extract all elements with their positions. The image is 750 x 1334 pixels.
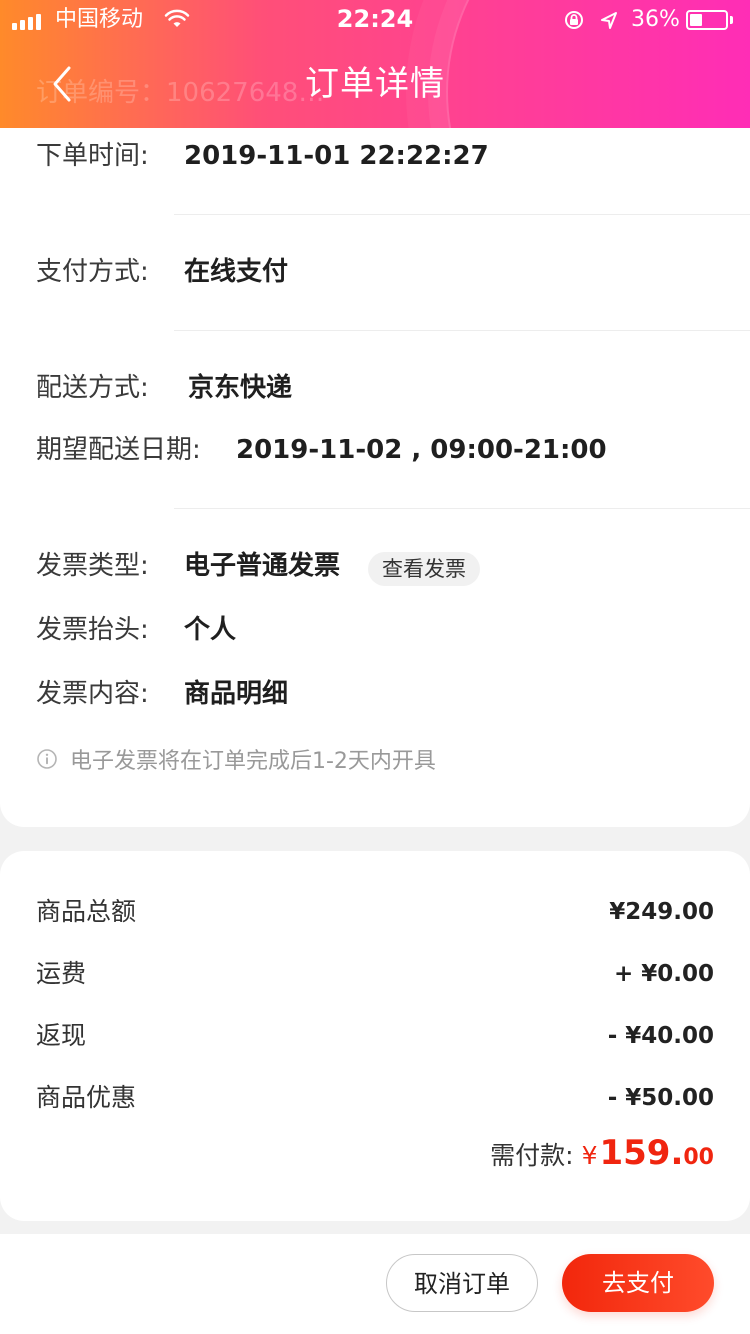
amount-due-currency: ¥ (581, 1141, 598, 1170)
status-bar: 中国移动 22:24 36% (0, 0, 750, 40)
pay-button[interactable]: 去支付 (562, 1254, 714, 1312)
page-title: 订单详情 (305, 64, 445, 104)
cancel-order-button[interactable]: 取消订单 (386, 1254, 538, 1312)
battery-percentage: 36% (631, 7, 680, 32)
orientation-lock-icon (563, 9, 585, 31)
invoice-type-label: 发票类型: (36, 551, 149, 581)
items-total-label: 商品总额 (36, 897, 137, 926)
amount-due: 需付款: ¥ 159. 00 (490, 1136, 714, 1188)
cashback-value: - ¥40.00 (607, 1023, 714, 1049)
divider (174, 508, 750, 509)
amount-due-label: 需付款: (490, 1141, 574, 1170)
view-invoice-button[interactable]: 查看发票 (368, 552, 480, 586)
location-arrow-icon (598, 10, 620, 32)
expected-date-value: 2019-11-02 , 09:00-21:00 (236, 435, 607, 465)
invoice-title-value: 个人 (184, 615, 237, 645)
divider (174, 330, 750, 331)
order-time-label: 下单时间: (36, 141, 149, 171)
payment-method-label: 支付方式: (36, 257, 149, 287)
order-info-card: 下单时间: 2019-11-01 22:22:27 支付方式: 在线支付 配送方… (0, 128, 750, 827)
amount-due-decimal: 00 (683, 1145, 714, 1170)
battery-tip (730, 16, 733, 24)
expected-date-label: 期望配送日期: (36, 435, 201, 465)
invoice-title-label: 发票抬头: (36, 615, 149, 645)
battery-icon (686, 10, 728, 30)
shipping-value: + ¥0.00 (613, 961, 714, 987)
invoice-type-value: 电子普通发票 (184, 551, 341, 581)
items-total-value: ¥249.00 (609, 899, 714, 925)
discount-value: - ¥50.00 (607, 1085, 714, 1111)
bottom-action-bar: 取消订单 去支付 (0, 1234, 750, 1334)
invoice-note: 电子发票将在订单完成后1-2天内开具 (36, 742, 436, 776)
cashback-label: 返现 (36, 1021, 87, 1050)
status-time: 22:24 (336, 5, 414, 33)
discount-label: 商品优惠 (36, 1083, 137, 1112)
invoice-content-value: 商品明细 (184, 679, 289, 709)
battery-level (690, 14, 703, 26)
delivery-method-value: 京东快递 (188, 373, 293, 403)
info-icon (36, 748, 58, 770)
payment-method-value: 在线支付 (184, 257, 289, 287)
delivery-method-label: 配送方式: (36, 373, 149, 403)
amount-due-integer: 159. (599, 1133, 684, 1173)
invoice-content-label: 发票内容: (36, 679, 149, 709)
shipping-label: 运费 (36, 959, 87, 988)
divider (174, 214, 750, 215)
order-time-value: 2019-11-01 22:22:27 (184, 141, 489, 171)
header: 中国移动 22:24 36% 订单编号：10627648… 订单详情 (0, 0, 750, 128)
invoice-note-text: 电子发票将在订单完成后1-2天内开具 (70, 749, 436, 774)
